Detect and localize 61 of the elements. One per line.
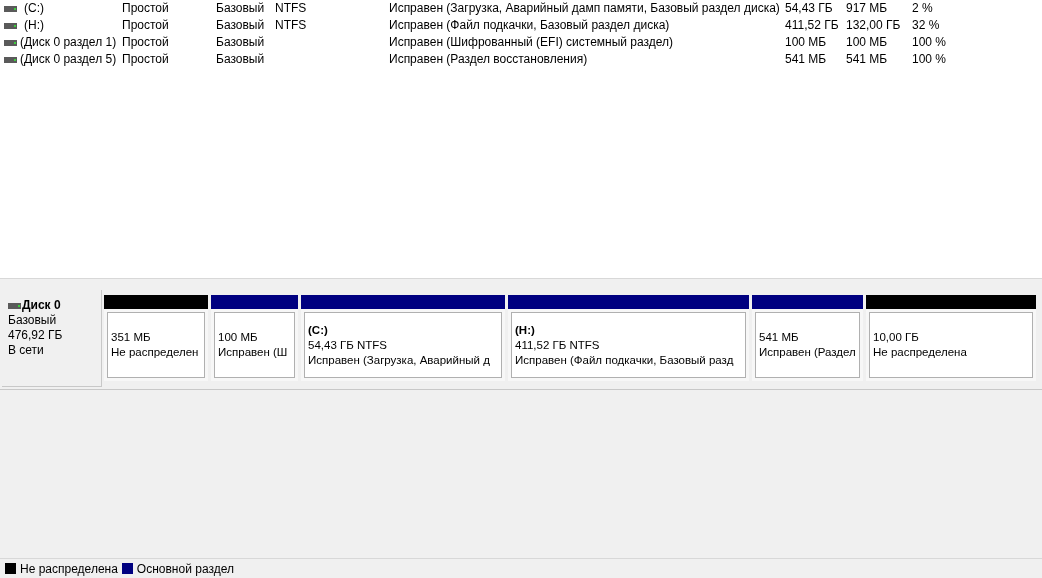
partition-block[interactable]: 351 МБ Не распределен (104, 295, 208, 381)
type-cell-text: Базовый (216, 51, 266, 68)
percent-free-cell: 32 % (912, 17, 940, 34)
disk-state: В сети (8, 343, 45, 358)
partition-size: 411,52 ГБ NTFS (515, 337, 601, 353)
layout-cell-text: Простой (122, 51, 170, 68)
disk-type: Базовый (8, 313, 58, 328)
status-cell-text: Исправен (Шифрованный (EFI) системный раздел) (389, 34, 675, 51)
percent-free-cell: 100 % (912, 34, 947, 51)
volume-name: (Диск 0 раздел 5) (20, 51, 117, 68)
partition-block[interactable]: (H:) 411,52 ГБ NTFS Исправен (Файл подкачки, Базовый разд (508, 295, 749, 381)
disk-size: 476,92 ГБ (8, 328, 64, 343)
partition-block[interactable]: (C:) 54,43 ГБ NTFS Исправен (Загрузка, Аварийный д (301, 295, 505, 381)
drive-icon (4, 39, 17, 46)
partition-status: Исправен (Файл подкачки, Базовый разд (515, 352, 735, 368)
partition-size: 100 МБ (218, 330, 259, 345)
drive-icon (4, 56, 17, 63)
partition-block[interactable]: 541 МБ Исправен (Раздел (752, 295, 863, 381)
capacity-cell-text: 54,43 ГБ (785, 0, 834, 17)
layout-cell-text: Простой (122, 17, 170, 34)
filesystem-cell: NTFS (275, 1, 307, 15)
partition-label: (C:) (308, 322, 329, 338)
drive-icon (4, 5, 17, 12)
partition-status: Исправен (Загрузка, Аварийный д (308, 352, 491, 368)
disk-name: Диск 0 (22, 298, 61, 313)
volume-name: (C:) (24, 0, 44, 17)
partition-label: (H:) (515, 322, 536, 338)
filesystem-cell: NTFS (275, 18, 307, 32)
free-space-cell-text: 132,00 ГБ (846, 17, 902, 34)
free-space-cell-text: 100 МБ (846, 34, 889, 51)
capacity-cell-text: 411,52 ГБ (785, 17, 840, 34)
legend-label: Основной раздел (136, 560, 234, 578)
status-cell-text: Исправен (Загрузка, Аварийный дамп памяти, Базовый раздел диска) (389, 0, 781, 17)
status-cell-text: Исправен (Файл подкачки, Базовый раздел диска) (389, 17, 671, 34)
free-space-cell-text: 917 МБ (846, 0, 889, 17)
drive-icon (4, 22, 17, 29)
partition-size: 351 МБ (111, 330, 152, 345)
partition-size: 54,43 ГБ NTFS (308, 337, 388, 353)
free-space-cell-text: 541 МБ (846, 51, 889, 68)
volume-name: (Диск 0 раздел 1) (20, 34, 117, 51)
layout-cell-text: Простой (122, 0, 170, 17)
partition-status: Не распределена (873, 345, 968, 360)
layout-cell-text: Простой (122, 34, 170, 51)
percent-free-cell: 100 % (912, 51, 947, 68)
partition-size: 10,00 ГБ (873, 330, 920, 345)
type-cell-text: Базовый (216, 17, 266, 34)
partition-block[interactable]: 100 МБ Исправен (Ш (211, 295, 298, 381)
capacity-cell-text: 541 МБ (785, 51, 828, 68)
percent-free-cell: 2 % (912, 0, 933, 17)
partition-status: Не распределен (111, 345, 200, 360)
partition-block[interactable]: 10,00 ГБ Не распределена (866, 295, 1036, 381)
partition-status: Исправен (Ш (218, 345, 289, 360)
drive-icon (8, 302, 21, 309)
capacity-cell-text: 100 МБ (785, 34, 828, 51)
volume-name: (H:) (24, 17, 44, 34)
status-cell-text: Исправен (Раздел восстановления) (389, 51, 589, 68)
legend-label: Не распределена (20, 560, 118, 578)
type-cell-text: Базовый (216, 34, 266, 51)
partition-size: 541 МБ (759, 330, 800, 345)
type-cell-text: Базовый (216, 0, 266, 17)
partition-status: Исправен (Раздел (759, 345, 856, 360)
